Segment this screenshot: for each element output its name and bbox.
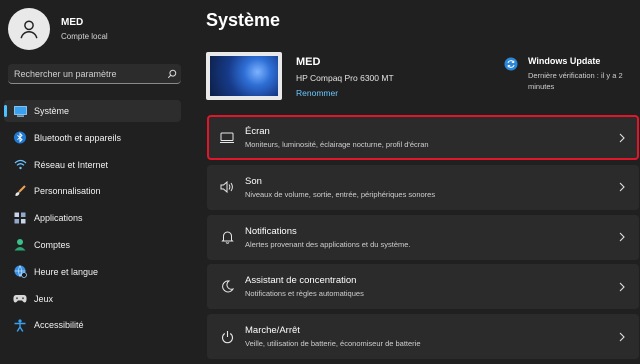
chevron-right-icon [615,133,629,143]
brush-icon [12,183,28,199]
sidebar-item-reseau[interactable]: Réseau et Internet [4,154,181,176]
card-description: Moniteurs, luminosité, éclairage nocturn… [245,140,429,149]
windows-update-status[interactable]: Windows Update Dernière vérification : i… [504,56,638,92]
display-icon [12,103,28,119]
accessibility-icon [12,317,28,333]
user-profile[interactable]: MED Compte local [8,8,108,50]
sidebar-item-systeme[interactable]: Système [4,100,181,122]
gamepad-icon [12,291,28,307]
search-placeholder: Rechercher un paramètre [14,68,117,79]
bell-icon [219,229,235,245]
card-title: Marche/Arrêt [245,325,300,337]
account-type: Compte local [61,32,108,41]
ecran-card[interactable]: Écran Moniteurs, luminosité, éclairage n… [207,115,639,160]
device-model: HP Compaq Pro 6300 MT [296,73,394,83]
chevron-right-icon [615,182,629,192]
card-description: Notifications et règles automatiques [245,289,364,299]
bluetooth-icon [12,130,28,146]
power-icon [219,329,235,345]
card-title: Notifications [245,225,297,237]
marche-arret-card[interactable]: Marche/Arrêt Veille, utilisation de batt… [207,314,639,360]
windows-update-last-check: Dernière vérification : il y a 2 minutes [528,71,623,91]
notifications-card[interactable]: Notifications Alertes provenant des appl… [207,214,639,260]
avatar[interactable] [8,8,50,50]
sidebar-item-label: Système [34,106,70,116]
device-name: MED [296,56,321,68]
device-info: MED HP Compaq Pro 6300 MT Renommer [296,56,394,98]
card-title: Assistant de concentration [245,275,357,287]
moon-icon [219,279,235,295]
search-input[interactable]: Rechercher un paramètre [8,64,181,84]
sidebar-item-label: Bluetooth et appareils [34,132,122,143]
sidebar-item-label: Personnalisation [34,186,101,197]
settings-list: Écran Moniteurs, luminosité, éclairage n… [207,115,639,364]
sidebar-item-accessibilite[interactable]: Accessibilité [4,314,181,336]
sidebar-item-label: Heure et langue [34,266,99,277]
device-image [206,52,282,100]
card-description: Niveaux de volume, sortie, entrée, périp… [245,189,436,199]
search-icon[interactable] [163,69,181,79]
globe-clock-icon [12,264,28,280]
sidebar-item-heure-langue[interactable]: Heure et langue [4,261,181,283]
sidebar-item-applications[interactable]: Applications [4,207,181,229]
page-title: Système [206,10,281,30]
monitor-icon [219,130,235,146]
sidebar-item-comptes[interactable]: Comptes [4,234,181,256]
sidebar-item-label: Accessibilité [34,320,84,331]
chevron-right-icon [615,232,629,242]
speaker-icon [219,179,235,195]
refresh-icon [504,57,520,73]
sidebar-item-bluetooth[interactable]: Bluetooth et appareils [4,127,181,149]
rename-link[interactable]: Renommer [296,88,394,98]
assistant-concentration-card[interactable]: Assistant de concentration Notifications… [207,264,639,310]
sidebar-item-label: Applications [34,213,83,224]
card-title: Son [245,175,262,187]
sidebar-item-label: Comptes [34,239,71,250]
sidebar-item-jeux[interactable]: Jeux [4,288,181,310]
card-description: Alertes provenant des applications et du… [245,239,411,249]
accounts-icon [12,237,28,253]
sidebar-item-label: Jeux [34,293,54,304]
nav-list: Système Bluetooth et appareils Réseau et… [4,100,181,341]
sidebar-item-label: Réseau et Internet [34,159,109,170]
windows-update-title: Windows Update [528,56,601,66]
sidebar: MED Compte local Rechercher un paramètre… [0,0,190,341]
chevron-right-icon [615,282,629,292]
wifi-icon [12,157,28,173]
apps-icon [12,210,28,226]
card-title: Écran [245,126,270,137]
main-content: Système MED HP Compaq Pro 6300 MT Renomm… [206,0,640,360]
user-name: MED [61,17,84,28]
sidebar-item-personnalisation[interactable]: Personnalisation [4,180,181,202]
son-card[interactable]: Son Niveaux de volume, sortie, entrée, p… [207,164,639,210]
user-icon [20,20,38,39]
chevron-right-icon [615,332,629,342]
